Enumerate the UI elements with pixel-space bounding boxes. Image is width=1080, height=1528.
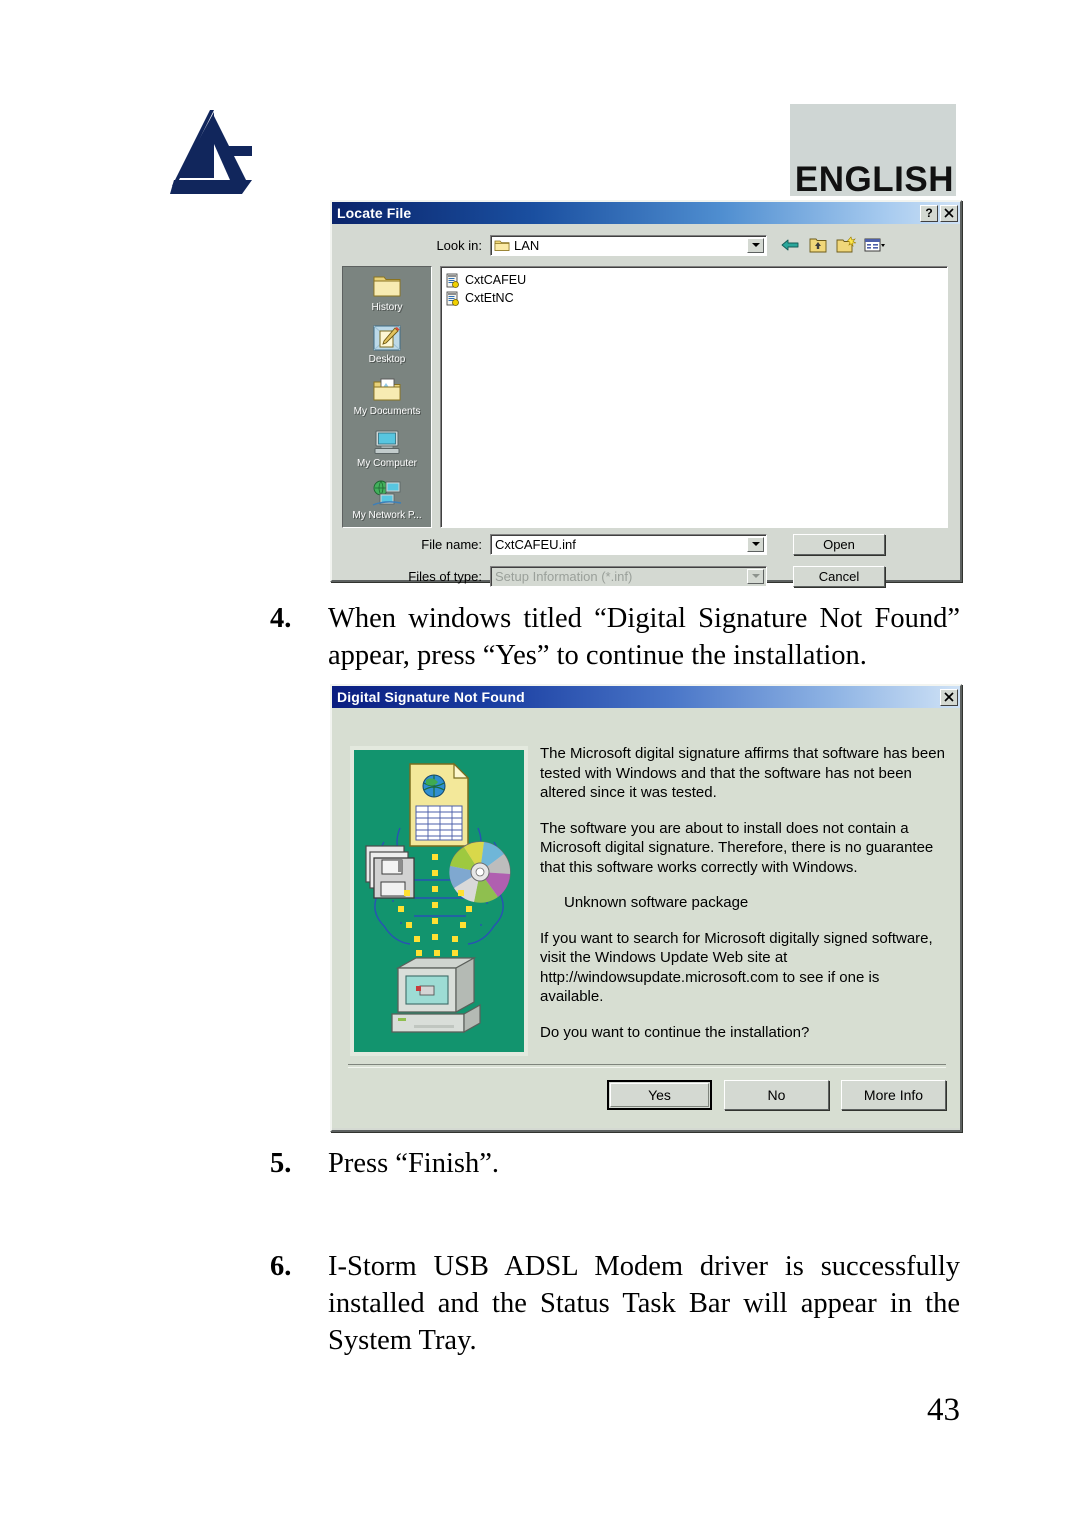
file-name-row: File name: CxtCAFEU.inf Open [332,532,960,556]
english-language-banner: ENGLISH [790,104,956,199]
locate-file-footer: File name: CxtCAFEU.inf Open Files of ty… [332,532,960,588]
locate-file-title: Locate File [337,205,412,221]
inf-file-icon [445,273,460,288]
views-icon[interactable] [863,235,885,255]
chevron-down-icon[interactable] [747,568,764,584]
close-icon[interactable] [940,688,958,706]
atlantis-land-logo [168,108,264,196]
digital-signature-not-found-dialog: Digital Signature Not Found The Microsof… [330,684,962,1132]
yes-button-label: Yes [648,1087,671,1103]
dsnf-paragraph-1: The Microsoft digital signature affirms … [540,745,945,801]
file-name-label: File name: [421,536,482,552]
step-4: 4. When windows titled “Digital Signatur… [270,600,960,674]
step-6: 6. I-Storm USB ADSL Modem driver is succ… [270,1248,960,1359]
files-of-type-row: Files of type: Setup Information (*.inf)… [332,564,960,588]
look-in-value: LAN [514,237,540,253]
place-my-documents[interactable]: My Documents [343,375,431,425]
my-documents-icon [371,375,403,405]
dsnf-question: Do you want to continue the installation… [540,1023,810,1041]
file-list[interactable]: CxtCAFEU CxtEtNC [440,266,948,528]
place-desktop[interactable]: Desktop [343,323,431,373]
place-label: History [371,302,403,313]
my-network-places-icon [371,479,403,509]
dsnf-paragraph-3: If you want to search for Microsoft digi… [540,929,933,1006]
locate-file-toolbar [779,235,885,255]
up-one-level-icon[interactable] [807,235,829,255]
places-bar: History Desktop My Documents My Computer… [342,266,432,528]
new-folder-icon[interactable] [835,235,857,255]
step-4-number: 4. [270,603,292,634]
look-in-combobox[interactable]: LAN [490,234,767,256]
dsnf-title: Digital Signature Not Found [337,689,525,705]
step-4-text: When windows titled “Digital Signature N… [328,603,960,671]
dsnf-paragraph-2: The software you are about to install do… [540,819,934,876]
divider [348,1064,946,1068]
help-button[interactable]: ? [920,204,938,222]
files-of-type-label: Files of type: [408,568,482,584]
place-history[interactable]: History [343,271,431,321]
place-label: My Documents [353,406,421,417]
chevron-down-icon[interactable] [747,237,764,253]
list-item[interactable]: CxtEtNC [445,289,947,307]
folder-icon [494,238,510,252]
file-name: CxtEtNC [465,291,514,305]
locate-file-dialog: Locate File ? Look in: LAN History Deskt… [330,200,962,587]
cancel-button[interactable]: Cancel [793,565,885,587]
step-6-text: I-Storm USB ADSL Modem driver is success… [328,1251,960,1356]
page-number: 43 [927,1392,960,1428]
yes-button[interactable]: Yes [607,1080,712,1110]
inf-file-icon [445,291,460,306]
files-of-type-combobox[interactable]: Setup Information (*.inf) [490,565,767,587]
look-in-row: Look in: LAN [332,232,960,258]
step-5-text: Press “Finish”. [328,1148,499,1179]
place-label: My Network P... [352,510,422,521]
dsnf-titlebar: Digital Signature Not Found [332,686,960,708]
place-label: My Computer [356,458,417,469]
dsnf-message-text: The Microsoft digital signature affirms … [540,744,946,1058]
file-name: CxtCAFEU [465,273,527,287]
file-name-value: CxtCAFEU.inf [495,536,576,552]
step-6-number: 6. [270,1251,292,1282]
my-computer-icon [371,427,403,457]
back-arrow-icon[interactable] [779,235,801,255]
look-in-label: Look in: [436,237,482,253]
place-my-computer[interactable]: My Computer [343,427,431,477]
chevron-down-icon[interactable] [747,536,764,552]
files-of-type-value: Setup Information (*.inf) [495,568,633,584]
locate-file-titlebar: Locate File ? [332,202,960,224]
place-label: Desktop [368,354,406,365]
step-5-number: 5. [270,1148,292,1179]
list-item[interactable]: CxtCAFEU [445,271,947,289]
more-info-button[interactable]: More Info [841,1080,946,1110]
no-button[interactable]: No [724,1080,829,1110]
place-my-network-places[interactable]: My Network P... [343,479,431,529]
dsnf-button-row: Yes No More Info [607,1080,946,1110]
step-5: 5. Press “Finish”. [270,1145,960,1182]
desktop-icon [371,323,403,353]
history-folder-icon [371,271,403,301]
english-banner-label: ENGLISH [794,160,954,199]
open-button[interactable]: Open [793,533,885,555]
close-icon[interactable] [940,204,958,222]
digital-signature-illustration [350,746,528,1056]
file-name-input[interactable]: CxtCAFEU.inf [490,533,767,555]
dsnf-package-name: Unknown software package [564,894,749,911]
